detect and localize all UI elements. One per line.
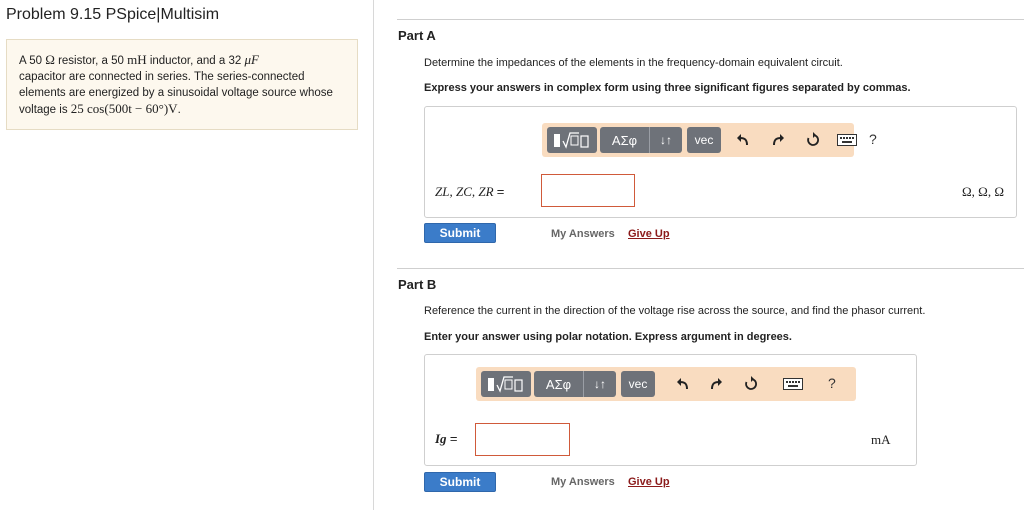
sqrt-icon [554, 132, 589, 149]
part-a-help-button[interactable]: ? [869, 131, 877, 147]
ohm-symbol: Ω [45, 52, 55, 67]
part-b-format-instruction: Enter your answer using polar notation. … [424, 331, 792, 343]
part-a-answer-input[interactable] [541, 174, 635, 207]
part-a-math-toolbar: ΑΣφ ↓↑ vec ? [542, 123, 877, 157]
part-b-variable-label: Ig = [435, 431, 457, 447]
part-b-my-answers-link[interactable]: My Answers [551, 476, 615, 488]
part-a-divider [397, 19, 1024, 20]
part-a-answer-box: ΑΣφ ↓↑ vec ? ZL, ZC, ZR = Ω, Ω, Ω [424, 106, 1017, 218]
part-a-template-group [547, 127, 597, 153]
keyboard-icon[interactable] [836, 129, 858, 151]
part-b-template-group [481, 371, 531, 397]
redo-icon[interactable] [705, 373, 727, 395]
part-b-divider [397, 268, 1024, 269]
column-divider [373, 0, 374, 510]
reset-icon[interactable] [802, 129, 824, 151]
part-a-greek-button[interactable]: ΑΣφ [600, 127, 650, 153]
keyboard-icon[interactable] [782, 373, 804, 395]
part-b-answer-box: ΑΣφ ↓↑ vec ? Ig = mA [424, 354, 917, 466]
part-b-sort-button[interactable]: ↓↑ [584, 371, 616, 397]
part-b-equals: = [449, 431, 458, 446]
part-a-variable-label: ZL, ZC, ZR = [435, 184, 504, 200]
part-a-submit-button[interactable]: Submit [424, 223, 496, 243]
part-a-format-instruction: Express your answers in complex form usi… [424, 82, 911, 94]
part-b-submit-button[interactable]: Submit [424, 472, 496, 492]
problem-text-end: . [177, 104, 181, 116]
problem-text-3: inductor, and a 32 [146, 55, 245, 67]
redo-icon[interactable] [767, 129, 789, 151]
problem-statement: A 50 Ω resistor, a 50 mH inductor, and a… [6, 39, 358, 130]
part-a-my-answers-link[interactable]: My Answers [551, 228, 615, 240]
mh-unit: mH [127, 52, 147, 67]
reset-icon[interactable] [740, 373, 762, 395]
uf-unit: μF [244, 52, 259, 67]
part-a-equals: = [496, 184, 505, 199]
part-a-vec-button[interactable]: vec [687, 127, 721, 153]
part-b-label-text: Ig [435, 431, 447, 446]
undo-icon[interactable] [732, 129, 754, 151]
part-a-give-up-link[interactable]: Give Up [628, 228, 670, 240]
problem-text-1: A 50 [19, 55, 46, 67]
sqrt-icon [488, 376, 523, 393]
part-b-greek-button[interactable]: ΑΣφ [534, 371, 584, 397]
part-b-units: mA [871, 432, 891, 447]
part-a-label-text: ZL, ZC, ZR [435, 184, 494, 199]
undo-icon[interactable] [672, 373, 694, 395]
part-a-symbol-group: ΑΣφ ↓↑ [600, 127, 682, 153]
problem-text-2: resistor, a 50 [54, 55, 128, 67]
part-a-title: Part A [398, 28, 436, 43]
part-b-instruction: Reference the current in the direction o… [424, 305, 926, 317]
part-b-help-button[interactable]: ? [828, 375, 836, 391]
part-b-give-up-link[interactable]: Give Up [628, 476, 670, 488]
part-a-instruction: Determine the impedances of the elements… [424, 57, 843, 69]
voltage-expression: 25 cos(500t − 60°)V [70, 101, 178, 116]
part-b-symbol-group: ΑΣφ ↓↑ [534, 371, 616, 397]
problem-title: Problem 9.15 PSpice|Multisim [6, 6, 220, 23]
part-b-vec-button[interactable]: vec [621, 371, 655, 397]
part-a-template-button[interactable] [547, 127, 597, 153]
part-a-sort-button[interactable]: ↓↑ [650, 127, 682, 153]
part-b-answer-input[interactable] [475, 423, 570, 456]
part-b-title: Part B [398, 277, 437, 292]
part-b-template-button[interactable] [481, 371, 531, 397]
part-a-units: Ω, Ω, Ω [962, 184, 1004, 199]
part-b-math-toolbar: ΑΣφ ↓↑ vec ? [476, 367, 856, 401]
